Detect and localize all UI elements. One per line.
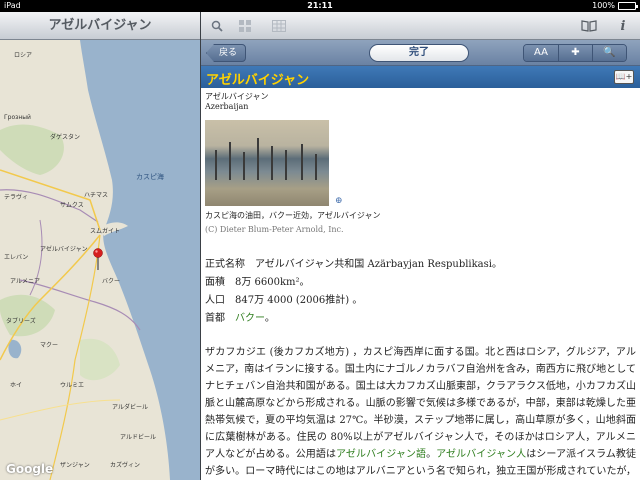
- info-icon[interactable]: i: [615, 18, 631, 34]
- map-view[interactable]: Грозный ロシア ダゲスタン カスピ海 ハチマス テラヴィ サムクス スム…: [0, 40, 200, 480]
- status-bar: iPad 21:11 100%: [0, 0, 640, 12]
- map-label: サムクス: [60, 202, 84, 209]
- done-button[interactable]: 完了: [369, 44, 469, 62]
- font-size-button[interactable]: AA: [524, 45, 558, 61]
- area-value: 8万 6600km²。: [235, 277, 310, 288]
- map-label: Грозный: [4, 114, 31, 121]
- map-label: スムガイト: [90, 228, 121, 235]
- map-label: アルメニア: [10, 278, 40, 285]
- zoom-button[interactable]: 🔍: [592, 45, 626, 61]
- heading-japanese: アゼルバイジャン: [205, 92, 269, 101]
- population-row: 人口 847万 4000 (2006推計) 。: [205, 292, 636, 310]
- map-label: ロシア: [14, 52, 33, 59]
- battery-icon: [618, 2, 638, 10]
- capital-link[interactable]: バクー: [235, 313, 265, 324]
- photo-caption: カスピ海の油田，バクー近効，アゼルバイジャン: [205, 211, 381, 220]
- map-label: アルドビール: [120, 434, 156, 441]
- add-bookmark-button[interactable]: 📖+: [614, 70, 634, 84]
- area-label: 面積: [205, 277, 225, 288]
- clock: 21:11: [307, 1, 333, 10]
- oil-field-photo[interactable]: [205, 120, 329, 206]
- view-options-segment: AA ✚ 🔍: [523, 44, 627, 62]
- table-icon[interactable]: [271, 18, 287, 34]
- map-label: テラヴィ: [4, 194, 29, 201]
- map-pin-icon[interactable]: [93, 248, 103, 270]
- google-logo: Google: [6, 462, 54, 476]
- azerbaijani-people-link[interactable]: アゼルバイジャン人: [436, 449, 526, 460]
- body-text-1: ザカフカジエ (後カフカズ地方) ，カスピ海西岸に面する国。北と西はロシア，グル…: [205, 347, 636, 460]
- heading-english: Azerbaijan: [205, 102, 249, 111]
- map-label: アルダビール: [112, 404, 148, 411]
- map-label: エレバン: [4, 254, 29, 261]
- image-zoom-icon[interactable]: ⊕: [335, 196, 343, 206]
- body-text-2: 。: [426, 449, 437, 460]
- grid-icon[interactable]: [237, 18, 253, 34]
- map-label: カスピ海: [136, 173, 164, 181]
- capital-suffix: 。: [264, 313, 275, 324]
- article-body: ザカフカジエ (後カフカズ地方) ，カスピ海西岸に面する国。北と西はロシア，グル…: [205, 344, 636, 480]
- map-label: ザンジャン: [60, 462, 90, 469]
- map-pane: アゼルバイジャン Грозный ロシア ダゲスタン カスピ海 ハチマス テラヴ…: [0, 12, 200, 480]
- top-toolbar: i: [201, 12, 640, 40]
- official-name-value: アゼルバイジャン共和国 Azärbayjan Respublikasi。: [255, 259, 502, 270]
- navigation-bar: 戻る 完了 AA ✚ 🔍: [201, 40, 640, 66]
- link-button[interactable]: ✚: [558, 45, 592, 61]
- area-row: 面積 8万 6600km²。: [205, 274, 636, 292]
- article-pane: i 戻る 完了 AA ✚ 🔍 アゼルバイジャン 📖+ アゼルバイジャン Azer…: [201, 12, 640, 480]
- map-label: バクー: [102, 278, 121, 285]
- map-label: マクー: [40, 342, 59, 349]
- book-icon[interactable]: [581, 18, 597, 34]
- capital-row: 首都 バクー。: [205, 310, 636, 328]
- azerbaijani-language-link[interactable]: アゼルバイジャン語: [336, 449, 426, 460]
- population-label: 人口: [205, 295, 225, 306]
- map-label: ホイ: [10, 382, 23, 389]
- map-label: カズヴィン: [110, 462, 141, 469]
- search-icon[interactable]: [209, 18, 225, 34]
- article-title-bar: アゼルバイジャン 📖+: [201, 66, 640, 88]
- population-value: 847万 4000 (2006推計) 。: [235, 295, 363, 306]
- official-name-label: 正式名称: [205, 259, 245, 270]
- map-label: ダゲスタン: [50, 134, 81, 141]
- map-label: タブリーズ: [6, 318, 36, 325]
- official-name-row: 正式名称 アゼルバイジャン共和国 Azärbayjan Respublikasi…: [205, 256, 636, 274]
- map-label: ウルミエ: [60, 382, 85, 389]
- photo-credit: (C) Dieter Blum-Peter Arnold, Inc.: [205, 225, 344, 234]
- map-pane-title: アゼルバイジャン: [0, 12, 200, 40]
- country-facts: 正式名称 アゼルバイジャン共和国 Azärbayjan Respublikasi…: [205, 256, 636, 328]
- capital-label: 首都: [205, 313, 225, 324]
- battery-percent: 100%: [592, 1, 615, 10]
- battery-indicator: 100%: [592, 0, 638, 12]
- article-title: アゼルバイジャン: [206, 73, 310, 88]
- map-label: ハチマス: [84, 192, 109, 199]
- article-content: アゼルバイジャン Azerbaijan ⊕ カスピ海の油田，バクー近効，アゼルバ…: [201, 88, 640, 480]
- back-button[interactable]: 戻る: [206, 44, 247, 62]
- map-label: アゼルバイジャン: [40, 246, 88, 253]
